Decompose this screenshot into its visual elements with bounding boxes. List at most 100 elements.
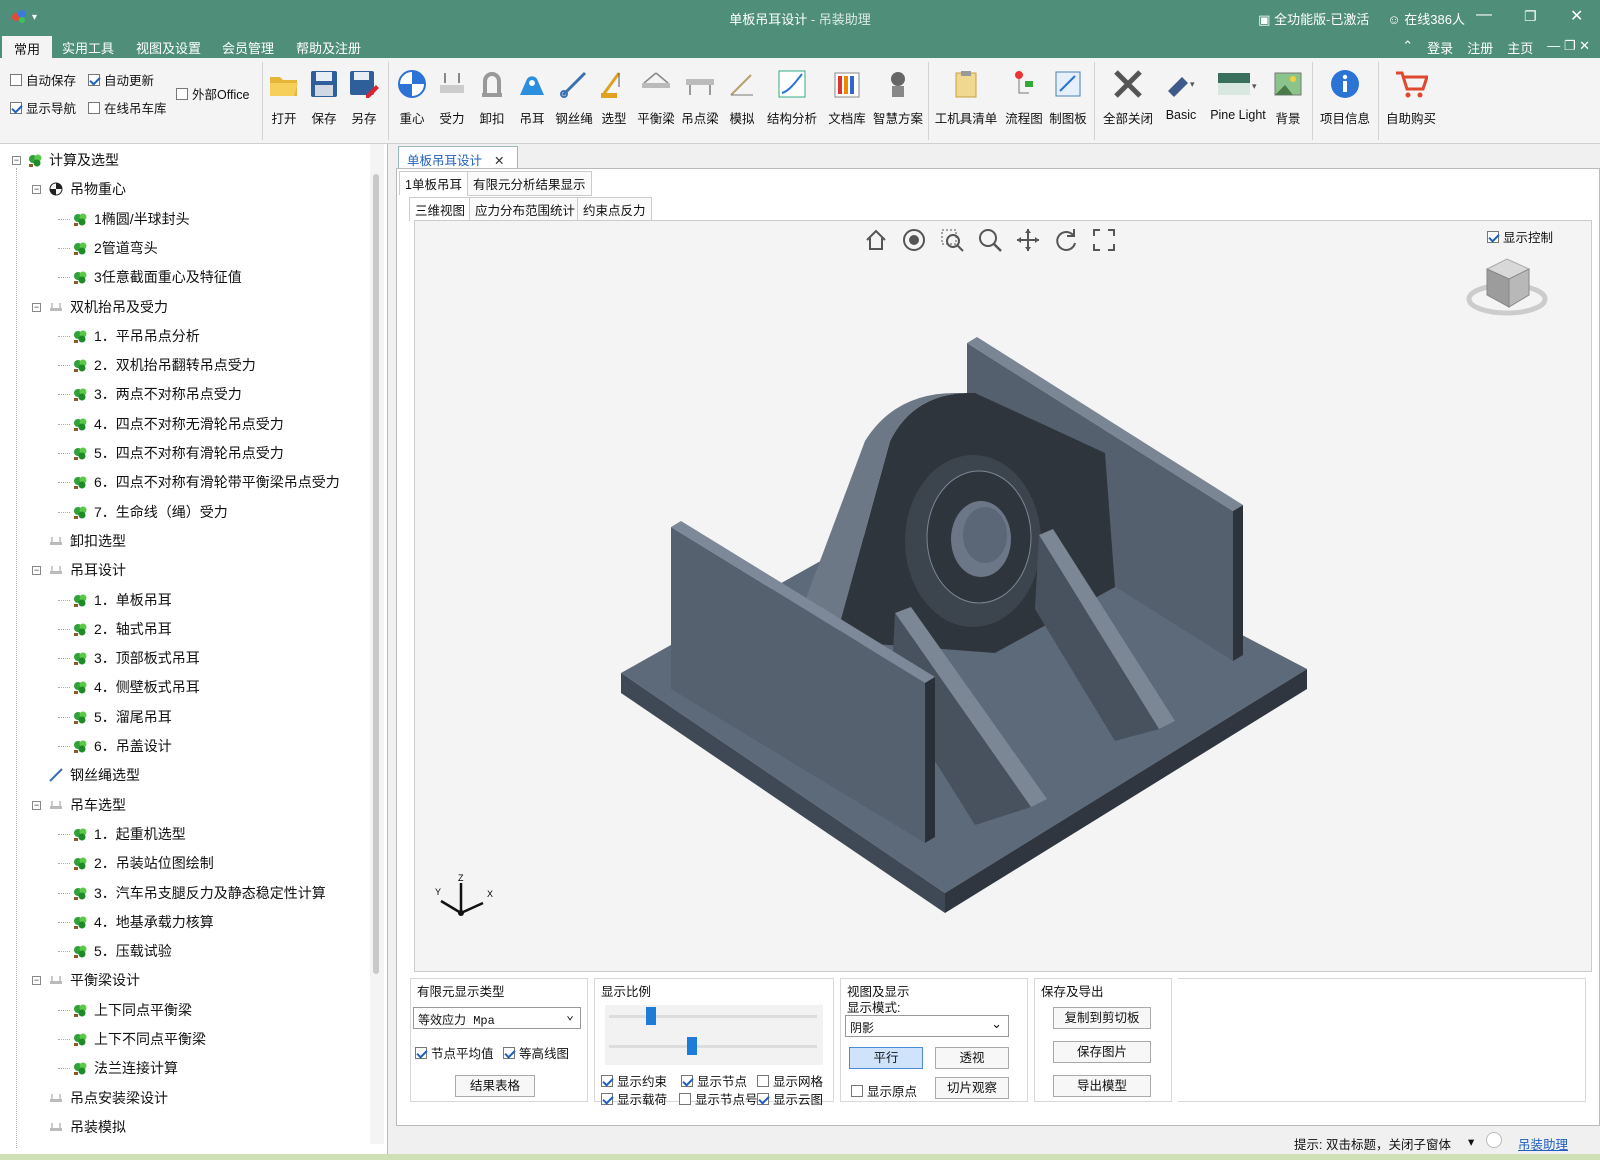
- external-office-checkbox[interactable]: 外部Office: [176, 84, 249, 103]
- close-icon[interactable]: ✕: [1570, 6, 1583, 26]
- save-as-button[interactable]: 另存: [344, 64, 384, 127]
- tree-group[interactable]: − 平衡梁设计: [32, 968, 140, 992]
- show-constraint-checkbox[interactable]: 显示约束: [601, 1071, 667, 1090]
- subtab-single-lug[interactable]: 1单板吊耳: [399, 171, 468, 195]
- tree-group[interactable]: 钢丝绳选型: [34, 763, 140, 787]
- tree-item[interactable]: 3任意截面重心及特征值: [72, 265, 242, 289]
- collapse-ribbon-icon[interactable]: ⌃: [1402, 38, 1413, 57]
- restore-icon[interactable]: ❐: [1524, 8, 1537, 25]
- login-link[interactable]: 登录: [1427, 38, 1453, 57]
- tree-item[interactable]: 3．顶部板式吊耳: [72, 646, 200, 670]
- flowchart-button[interactable]: 流程图: [1002, 64, 1046, 127]
- show-node-number-checkbox[interactable]: 显示节点号: [679, 1089, 758, 1108]
- tree-item[interactable]: 4．四点不对称无滑轮吊点受力: [72, 412, 284, 436]
- selection-button[interactable]: 选型: [596, 64, 632, 127]
- tab-help[interactable]: 帮助及注册: [296, 38, 361, 57]
- theme-pine-light-button[interactable]: ▾ Pine Light: [1208, 64, 1268, 122]
- tree-group[interactable]: − 双机抬吊及受力: [32, 295, 168, 319]
- tree-item[interactable]: 5．压载试验: [72, 939, 172, 963]
- collapse-icon[interactable]: −: [12, 155, 21, 165]
- show-node-checkbox[interactable]: 显示节点: [681, 1071, 747, 1090]
- tab-membership[interactable]: 会员管理: [222, 38, 274, 57]
- tab-common[interactable]: 常用: [2, 36, 53, 58]
- tree-group[interactable]: 吊装模拟: [34, 1115, 126, 1139]
- tree-group[interactable]: − 吊物重心: [32, 177, 126, 201]
- tab-tools[interactable]: 实用工具: [62, 38, 114, 57]
- app-link[interactable]: 吊装助理: [1518, 1134, 1568, 1153]
- register-link[interactable]: 注册: [1467, 38, 1493, 57]
- center-of-gravity-button[interactable]: 重心: [392, 64, 432, 127]
- force-button[interactable]: 受力: [432, 64, 472, 127]
- autosave-checkbox[interactable]: 自动保存: [10, 70, 76, 89]
- tree-item[interactable]: 5．四点不对称有滑轮吊点受力: [72, 441, 284, 465]
- shackle-button[interactable]: 卸扣: [472, 64, 512, 127]
- collapse-icon[interactable]: −: [32, 976, 41, 986]
- background-button[interactable]: 背景: [1270, 64, 1306, 127]
- tree-item[interactable]: 6．四点不对称有滑轮带平衡梁吊点受力: [72, 470, 340, 494]
- show-cloud-checkbox[interactable]: 显示云图: [757, 1089, 823, 1108]
- lifting-beam-button[interactable]: 吊点梁: [680, 64, 720, 127]
- perspective-button[interactable]: 透视: [935, 1047, 1009, 1069]
- fem-type-select[interactable]: 等效应力 Mpa: [413, 1007, 581, 1029]
- tree-item[interactable]: 2管道弯头: [72, 236, 158, 260]
- viewtab-stress-stats[interactable]: 应力分布范围统计: [469, 197, 582, 222]
- tree-item[interactable]: 法兰连接计算: [72, 1056, 178, 1080]
- document-tab[interactable]: 单板吊耳设计 ✕: [398, 146, 518, 168]
- tree-root[interactable]: − 计算及选型: [12, 148, 119, 172]
- tree-item[interactable]: 6．吊盖设计: [72, 734, 172, 758]
- contour-checkbox[interactable]: 等高线图: [503, 1043, 569, 1062]
- tree-item[interactable]: 1．平吊吊点分析: [72, 324, 200, 348]
- tree-item[interactable]: 1．单板吊耳: [72, 588, 172, 612]
- tree-item[interactable]: 上下不同点平衡梁: [72, 1027, 206, 1051]
- tree-group[interactable]: − 吊耳设计: [32, 558, 126, 582]
- save-button[interactable]: 保存: [308, 64, 340, 127]
- show-nav-checkbox[interactable]: 显示导航: [10, 98, 76, 117]
- show-mesh-checkbox[interactable]: 显示网格: [757, 1071, 823, 1090]
- viewtab-reaction[interactable]: 约束点反力: [577, 197, 652, 222]
- minimize-icon[interactable]: —: [1476, 6, 1492, 24]
- copy-clipboard-button[interactable]: 复制到剪切板: [1053, 1007, 1151, 1029]
- self-purchase-button[interactable]: 自助购买: [1382, 64, 1440, 127]
- tree-group[interactable]: − 吊车选型: [32, 793, 126, 817]
- scrollbar-thumb[interactable]: [373, 174, 379, 974]
- tree-item[interactable]: 2．吊装站位图绘制: [72, 851, 214, 875]
- theme-basic-button[interactable]: ▾ Basic: [1158, 64, 1204, 122]
- simulation-button[interactable]: 模拟: [724, 64, 760, 127]
- tree-item[interactable]: 2．双机抬吊翻转吊点受力: [72, 353, 256, 377]
- lug-button[interactable]: 吊耳: [512, 64, 552, 127]
- tree-item[interactable]: 3．汽车吊支腿反力及静态稳定性计算: [72, 881, 326, 905]
- node-average-checkbox[interactable]: 节点平均值: [415, 1043, 494, 1062]
- tree-group[interactable]: 吊点安装梁设计: [34, 1086, 168, 1110]
- export-model-button[interactable]: 导出模型: [1053, 1075, 1151, 1097]
- tree-item[interactable]: 1椭圆/半球封头: [72, 207, 190, 231]
- collapse-icon[interactable]: −: [32, 302, 41, 312]
- show-origin-checkbox[interactable]: 显示原点: [851, 1081, 917, 1100]
- wire-rope-button[interactable]: 钢丝绳: [552, 64, 596, 127]
- tree-item[interactable]: 2．轴式吊耳: [72, 617, 172, 641]
- tree-item[interactable]: 5．溜尾吊耳: [72, 705, 172, 729]
- mini-window-icons[interactable]: — ❐ ✕: [1547, 38, 1590, 57]
- tree-item[interactable]: 3．两点不对称吊点受力: [72, 382, 242, 406]
- online-crane-checkbox[interactable]: 在线吊车库: [88, 98, 167, 117]
- display-scale-slider[interactable]: [645, 1007, 656, 1025]
- collapse-icon[interactable]: −: [32, 566, 41, 576]
- display-mode-select[interactable]: 阴影: [845, 1015, 1009, 1037]
- home-link[interactable]: 主页: [1507, 38, 1533, 57]
- smart-plan-button[interactable]: 智慧方案: [872, 64, 924, 127]
- tree-item[interactable]: 7．生命线（绳）受力: [72, 500, 228, 524]
- tab-close-icon[interactable]: ✕: [494, 154, 504, 168]
- spreader-beam-button[interactable]: 平衡梁: [636, 64, 676, 127]
- tool-list-button[interactable]: 工机具清单: [934, 64, 998, 127]
- viewtab-3d[interactable]: 三维视图: [409, 197, 472, 221]
- tree-item[interactable]: 4．地基承载力核算: [72, 910, 214, 934]
- slice-view-button[interactable]: 切片观察: [935, 1077, 1009, 1099]
- collapse-icon[interactable]: −: [32, 800, 41, 810]
- 3d-viewport[interactable]: 显示控制 Z Y X: [414, 220, 1592, 972]
- subtab-fem-result[interactable]: 有限元分析结果显示: [467, 171, 592, 196]
- open-button[interactable]: 打开: [268, 64, 300, 127]
- tree-item[interactable]: 上下同点平衡梁: [72, 998, 192, 1022]
- tree-scrollbar[interactable]: [370, 144, 384, 1144]
- autoupdate-checkbox[interactable]: 自动更新: [88, 70, 154, 89]
- status-dropdown-icon[interactable]: ▾: [1468, 1134, 1474, 1149]
- project-info-button[interactable]: 项目信息: [1316, 64, 1374, 127]
